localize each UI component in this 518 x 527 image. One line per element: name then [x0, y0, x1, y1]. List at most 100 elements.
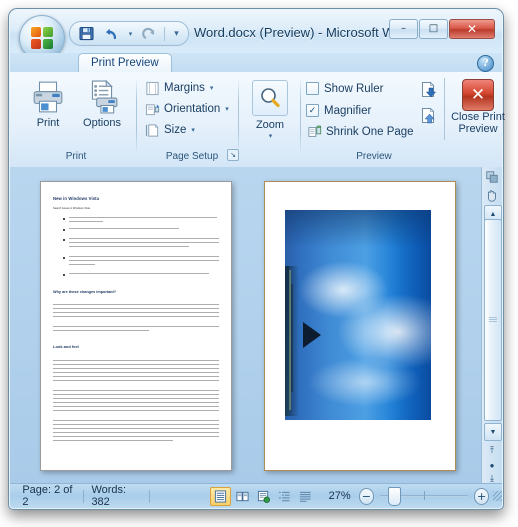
minimize-icon: –: [401, 23, 406, 34]
ribbon-group-zoom: Zoom ▾: [242, 74, 298, 163]
size-label: Size: [164, 124, 187, 136]
show-ruler-checkbox[interactable]: Show Ruler: [306, 80, 383, 97]
page-indicator[interactable]: Page: 2 of 2: [22, 484, 74, 508]
print-button[interactable]: Print: [20, 76, 76, 129]
view-button-outline[interactable]: [275, 488, 294, 505]
draft-icon: [299, 491, 311, 502]
thumb-grip: [489, 317, 497, 323]
web-layout-icon: [257, 490, 270, 503]
close-print-preview-button[interactable]: ✕ Close Print Preview: [450, 75, 506, 135]
customize-qat-button[interactable]: ▾: [170, 24, 182, 43]
check-icon: ✓: [308, 105, 317, 115]
document-photo: [285, 210, 431, 420]
redo-icon: [142, 27, 155, 39]
group-divider: [136, 78, 137, 154]
magnifier-icon: [261, 88, 280, 108]
zoom-out-button[interactable]: −: [358, 487, 374, 505]
resize-grip[interactable]: [493, 491, 502, 501]
full-screen-reading-icon: [236, 491, 249, 501]
select-object-icon[interactable]: [484, 169, 500, 185]
scroll-down-button[interactable]: ▼: [484, 423, 502, 441]
maximize-button[interactable]: □: [419, 19, 448, 39]
save-icon: [78, 26, 94, 41]
close-button[interactable]: ✕: [449, 19, 495, 39]
undo-dropdown-button[interactable]: ▾: [126, 24, 134, 43]
doc-heading-2: Why are these changes important?: [53, 290, 117, 294]
window-title: Word.docx (Preview) - Microsoft W...: [194, 25, 405, 40]
group-divider: [238, 78, 239, 154]
chevron-down-icon: ▾: [191, 127, 195, 134]
save-button[interactable]: [76, 24, 96, 43]
zoom-in-button[interactable]: +: [473, 487, 490, 505]
shrink-one-page-label: Shrink One Page: [326, 126, 414, 138]
outline-icon: [278, 491, 290, 501]
scrollbar-thumb[interactable]: [484, 219, 502, 421]
status-separator: [82, 489, 84, 503]
tab-print-preview[interactable]: Print Preview: [78, 53, 172, 73]
ribbon: Print Options Print Margins ▾ Orientatio…: [10, 72, 505, 168]
margins-label: Margins: [164, 82, 205, 94]
view-button-web-layout[interactable]: [254, 488, 273, 505]
print-options-button-label: Options: [83, 117, 121, 129]
view-buttons-group: [209, 486, 315, 506]
view-button-draft[interactable]: [296, 488, 315, 505]
title-bar: ▾ ▾ Word.docx (Preview) - Microsoft W...…: [9, 9, 503, 61]
margins-icon: [146, 81, 159, 95]
ribbon-group-page-setup: Margins ▾ Orientation ▾ Size ▾ Page Setu…: [142, 74, 242, 163]
preview-group-divider: [444, 78, 445, 140]
hand-icon[interactable]: [484, 187, 500, 203]
doc-heading-1: New in Windows Vista: [53, 196, 100, 201]
vertical-scrollbar[interactable]: ▲ ▼ ⤒ ● ⤓: [481, 167, 502, 483]
group-divider: [300, 78, 301, 154]
word-count[interactable]: Words: 382: [91, 484, 140, 508]
orientation-label: Orientation: [164, 103, 221, 115]
magnifier-label: Magnifier: [324, 104, 372, 117]
close-print-preview-label-line1: Close Print: [451, 111, 505, 123]
zoom-slider[interactable]: [379, 487, 468, 506]
print-button-label: Print: [36, 117, 60, 129]
zoom-slider-tick: [423, 491, 425, 500]
undo-icon: [105, 28, 117, 39]
view-button-print-layout[interactable]: [209, 486, 231, 506]
ribbon-tab-strip: Print Preview ?: [10, 53, 502, 73]
doc-heading-3: Look and feel: [53, 344, 79, 349]
page-size-icon: [145, 123, 159, 137]
redo-button[interactable]: [139, 24, 159, 43]
zoom-slider-thumb[interactable]: [387, 487, 401, 506]
preview-canvas[interactable]: New in Windows Vista Search Issues in Wi…: [10, 167, 481, 483]
checkbox-box: ✓: [306, 104, 319, 117]
quick-access-toolbar[interactable]: ▾ ▾: [69, 21, 189, 46]
margins-button[interactable]: Margins ▾: [142, 78, 216, 98]
view-button-full-screen-reading[interactable]: [233, 488, 252, 505]
orientation-icon: [145, 103, 160, 115]
orientation-button[interactable]: Orientation ▾: [142, 99, 232, 119]
ribbon-group-preview: Show Ruler ✓ Magnifier Shrink One Page ✕…: [304, 74, 505, 163]
printer-icon: [33, 81, 63, 113]
document-page-1[interactable]: New in Windows Vista Search Issues in Wi…: [40, 181, 232, 471]
zoom-level[interactable]: 27%: [329, 490, 351, 502]
shrink-one-page-button[interactable]: Shrink One Page: [305, 122, 417, 142]
size-button[interactable]: Size ▾: [142, 120, 198, 140]
previous-page-icon: [422, 107, 435, 124]
magnifier-checkbox[interactable]: ✓ Magnifier: [306, 102, 371, 119]
chevron-down-icon: ▾: [128, 30, 133, 38]
ribbon-group-preview-label: Preview: [356, 151, 392, 162]
zoom-button[interactable]: Zoom ▾: [242, 76, 298, 140]
show-ruler-label: Show Ruler: [324, 82, 384, 95]
office-logo-icon: [31, 27, 53, 49]
previous-page-nav-button[interactable]: ⤒: [484, 442, 500, 458]
close-red-x-icon: ✕: [462, 79, 494, 111]
next-page-icon: [422, 81, 437, 98]
minimize-button[interactable]: –: [389, 19, 418, 39]
ribbon-group-print-label: Print: [65, 151, 87, 162]
print-layout-icon: [214, 489, 226, 503]
print-options-button[interactable]: Options: [74, 76, 130, 129]
close-icon: ✕: [466, 22, 478, 36]
next-page-button[interactable]: [414, 80, 444, 100]
help-icon[interactable]: ?: [477, 55, 494, 72]
undo-button[interactable]: [101, 24, 121, 43]
close-print-preview-label-line2: Preview: [458, 123, 498, 135]
previous-page-button[interactable]: [414, 106, 444, 126]
chevron-down-icon: ▾: [209, 85, 214, 92]
document-page-2[interactable]: [264, 181, 456, 471]
